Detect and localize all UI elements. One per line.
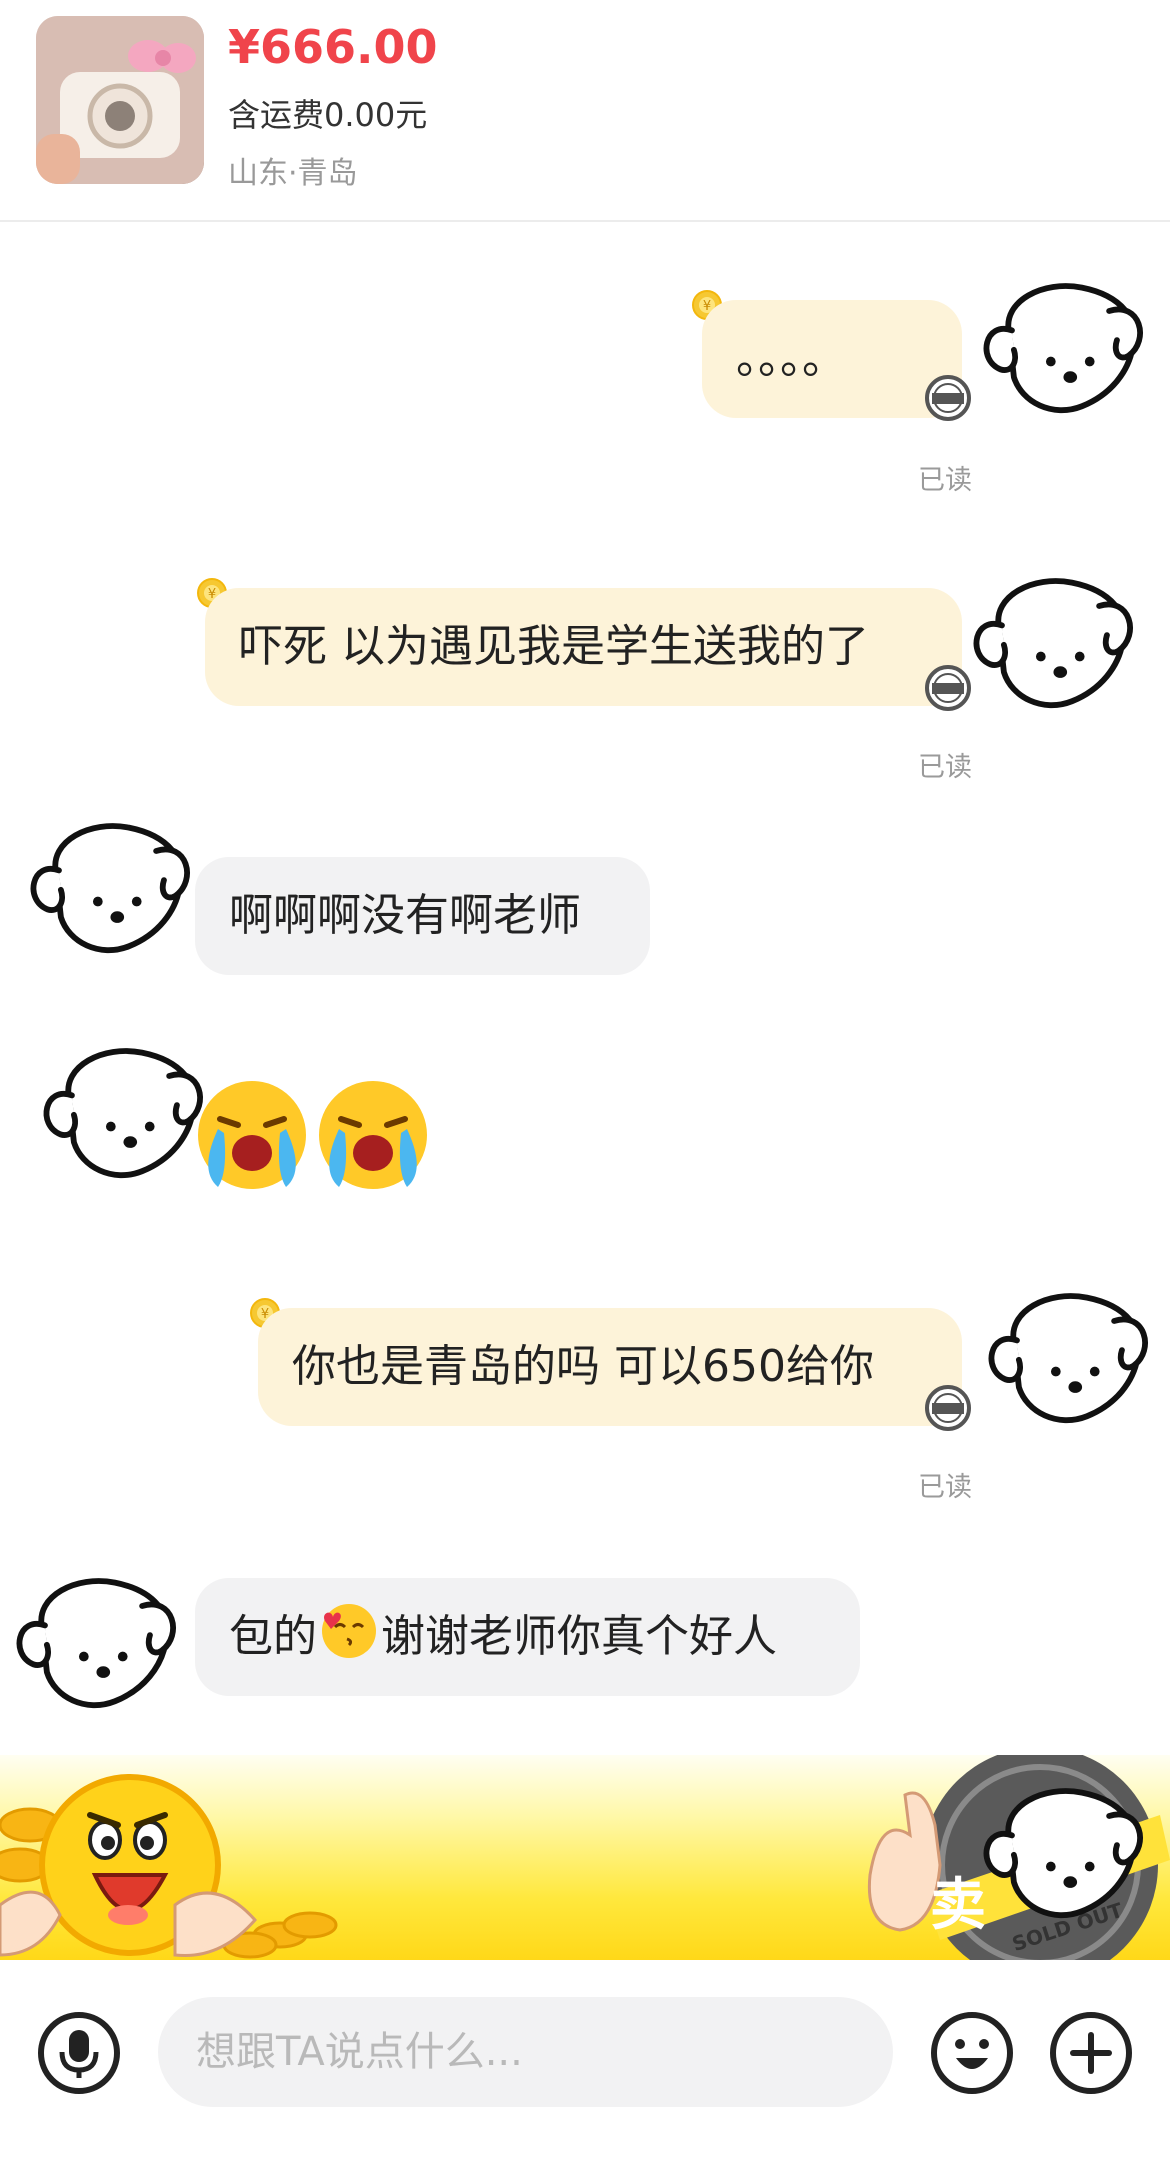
read-status: 已读 — [918, 465, 972, 496]
avatar-other[interactable] — [8, 1565, 183, 1715]
voice-button[interactable] — [36, 2010, 122, 2096]
input-bar — [0, 1960, 1170, 2175]
avatar-self[interactable] — [965, 565, 1140, 715]
avatar-self[interactable] — [980, 1280, 1155, 1430]
message-text: 你也是青岛的吗 可以650给你 — [292, 1341, 874, 1392]
emoji-button[interactable] — [929, 2010, 1015, 2096]
message-bubble-outgoing[interactable]: 你也是青岛的吗 可以650给你 — [258, 1308, 962, 1426]
avatar-other[interactable] — [35, 1035, 210, 1185]
microphone-icon — [38, 2012, 120, 2094]
product-header[interactable]: ¥666.00 含运费0.00元 山东·青岛 — [0, 0, 1170, 222]
smiley-icon — [931, 2012, 1013, 2094]
avatar-self — [975, 1775, 1150, 1925]
read-status: 已读 — [918, 1472, 972, 1503]
crying-face-emoji — [192, 1075, 312, 1199]
shipping-fee: 含运费0.00元 — [228, 96, 428, 134]
product-thumbnail[interactable] — [36, 16, 204, 184]
product-location: 山东·青岛 — [228, 156, 358, 191]
crying-face-emoji — [313, 1075, 433, 1199]
product-price: ¥666.00 — [228, 20, 438, 74]
message-text-part: 包的 — [229, 1611, 317, 1662]
message-input[interactable] — [158, 1997, 893, 2107]
message-text: 。。。。 — [736, 333, 846, 384]
promo-banner[interactable]: 卖 SOLD OUT — [0, 1755, 1170, 1960]
sold-stamp-icon — [924, 374, 972, 422]
message-text: 吓死 以为遇见我是学生送我的了 — [239, 621, 869, 672]
message-bubble-incoming[interactable]: 包的 谢谢老师你真个好人 — [195, 1578, 860, 1696]
more-button[interactable] — [1048, 2010, 1134, 2096]
plus-icon — [1050, 2012, 1132, 2094]
message-text-part: 谢谢老师你真个好人 — [381, 1611, 777, 1662]
sold-stamp-icon — [924, 1384, 972, 1432]
message-text: 啊啊啊没有啊老师 — [229, 890, 581, 941]
avatar-self[interactable] — [975, 270, 1150, 420]
message-bubble-outgoing[interactable]: 吓死 以为遇见我是学生送我的了 — [205, 588, 962, 706]
message-bubble-outgoing[interactable]: 。。。。 — [702, 300, 962, 418]
message-bubble-incoming[interactable]: 啊啊啊没有啊老师 — [195, 857, 650, 975]
avatar-other[interactable] — [22, 810, 197, 960]
read-status: 已读 — [918, 752, 972, 783]
kissing-heart-emoji — [319, 1588, 379, 1658]
